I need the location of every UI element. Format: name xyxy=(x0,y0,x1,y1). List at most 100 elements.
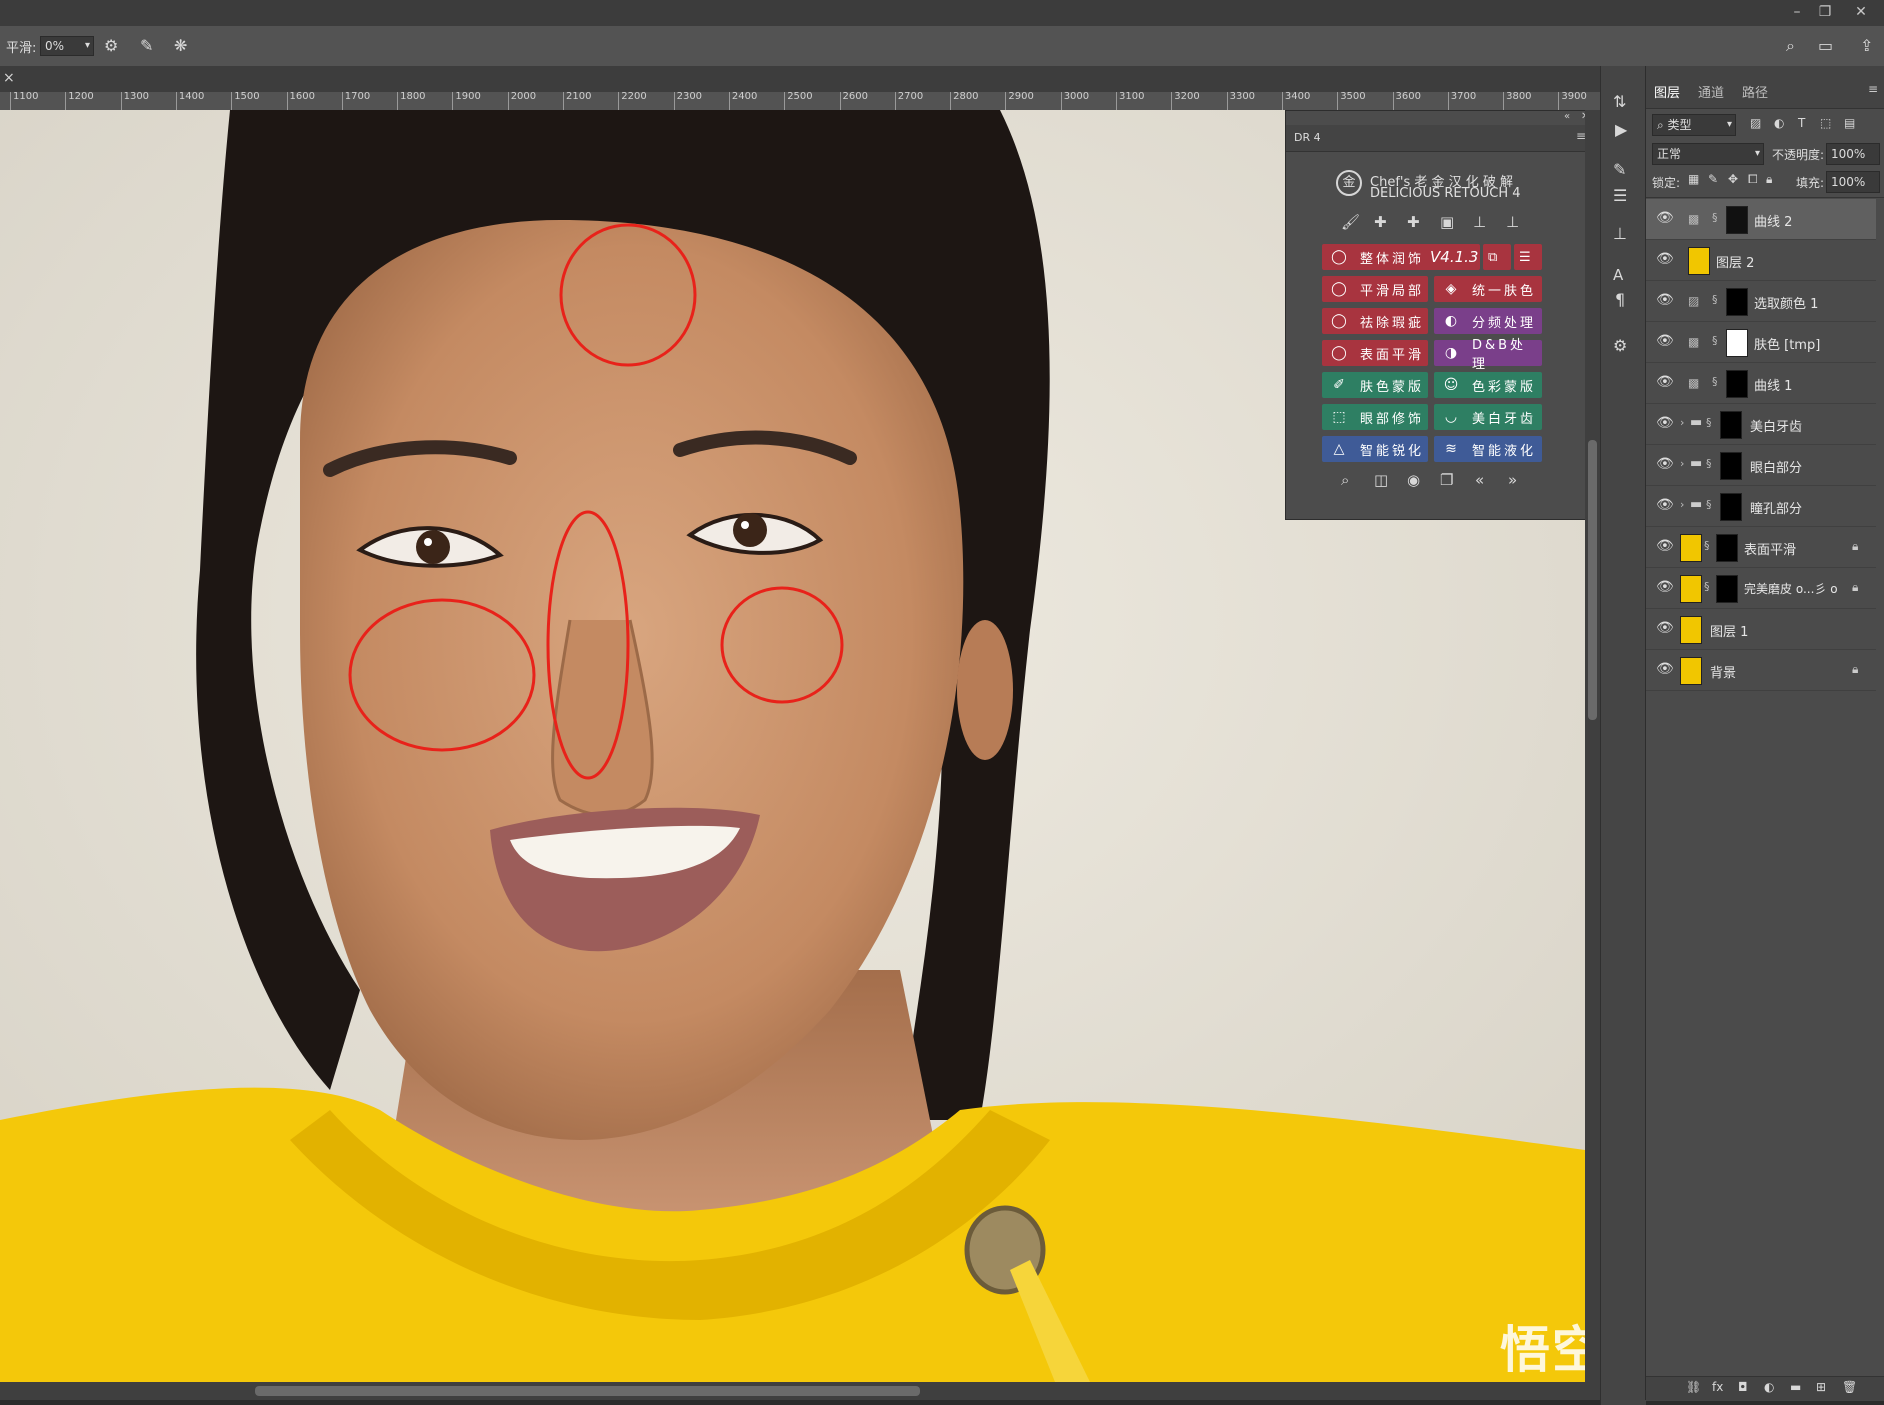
blend-mode-select[interactable]: 正常 ▾ xyxy=(1652,143,1764,165)
visibility-eye-icon[interactable]: 👁︎ xyxy=(1656,661,1674,677)
layer-row[interactable]: 👁︎ 图层 2 xyxy=(1646,240,1876,281)
lock-pixels-icon[interactable]: ✎ xyxy=(1708,172,1718,186)
history-icon[interactable]: ⇅ xyxy=(1613,92,1626,111)
layer-filter-select[interactable]: ⌕ 类型 ▾ xyxy=(1652,114,1736,136)
lock-artboard-icon[interactable]: ⧠ xyxy=(1748,172,1758,187)
visibility-eye-icon[interactable]: 👁︎ xyxy=(1656,374,1674,390)
close-window-button[interactable]: ✕ xyxy=(1848,2,1874,22)
copy-icon[interactable]: ❐ xyxy=(1440,471,1453,489)
filter-adjustment-icon[interactable]: ◐ xyxy=(1774,116,1784,130)
layers-menu-icon[interactable]: ≡ xyxy=(1868,82,1878,96)
visibility-eye-icon[interactable]: 👁︎ xyxy=(1656,497,1674,513)
dodge-burn-button[interactable]: ◑ D&B处理 xyxy=(1434,338,1542,372)
layer-row[interactable]: 👁︎ ▩ § 肤色 [tmp] xyxy=(1646,322,1876,363)
layer-row[interactable]: 👁︎ 背景 🔒︎ xyxy=(1646,650,1876,691)
share-icon[interactable]: ⇪ xyxy=(1860,36,1873,55)
adjust-panel-icon[interactable]: ☰ xyxy=(1613,186,1627,205)
bandage-icon[interactable]: ✚ xyxy=(1374,213,1387,231)
chip-icon[interactable]: ▣ xyxy=(1440,213,1454,231)
zoom-icon[interactable]: ⌕ xyxy=(1341,471,1349,489)
adjustment-icon[interactable]: ◐ xyxy=(1764,1380,1774,1394)
visibility-eye-icon[interactable]: 👁︎ xyxy=(1656,251,1674,267)
layer-row[interactable]: 👁︎ § 表面平滑 🔒︎ xyxy=(1646,527,1876,568)
restore-button[interactable]: ❐ xyxy=(1812,2,1838,22)
smooth-local-button[interactable]: ◯ 平滑局部 xyxy=(1322,276,1428,302)
close-document-icon[interactable]: × xyxy=(3,70,15,86)
trash-icon[interactable]: 🗑︎ xyxy=(1842,1380,1857,1394)
lock-position-icon[interactable]: ✥ xyxy=(1728,172,1738,186)
color-mask-button[interactable]: ☺ 色彩蒙版 xyxy=(1434,372,1542,398)
frequency-separation-button[interactable]: ◐ 分频处理 xyxy=(1434,308,1542,334)
gear-icon[interactable]: ⚙ xyxy=(104,36,118,55)
smart-sharpen-button[interactable]: △ 智能锐化 xyxy=(1322,436,1428,462)
brush-panel-icon[interactable]: ✎ xyxy=(1613,160,1626,179)
expand-chevron-icon[interactable]: › xyxy=(1680,498,1684,511)
new-layer-icon[interactable]: ⊞ xyxy=(1816,1380,1826,1394)
minimize-button[interactable]: – xyxy=(1784,2,1810,22)
expand-chevron-icon[interactable]: › xyxy=(1680,457,1684,470)
layer-row[interactable]: 👁︎ § 完美磨皮 o...彡 o 🔒︎ xyxy=(1646,568,1876,609)
folder-icon[interactable]: ▬ xyxy=(1790,1380,1801,1394)
visibility-eye-icon[interactable]: 👁︎ xyxy=(1656,333,1674,349)
eye-icon[interactable]: ◉ xyxy=(1407,471,1420,489)
properties-icon[interactable]: ⚙ xyxy=(1613,336,1627,355)
visibility-eye-icon[interactable]: 👁︎ xyxy=(1656,620,1674,636)
visibility-eye-icon[interactable]: 👁︎ xyxy=(1656,579,1674,595)
layer-row[interactable]: 👁︎ ▩ § 曲线 2 xyxy=(1646,199,1876,240)
smooth-value-field[interactable]: 0% ▾ xyxy=(40,36,94,56)
workspace-icon[interactable]: ▭ xyxy=(1818,36,1833,55)
next-icon[interactable]: » xyxy=(1508,471,1517,489)
skin-mask-button[interactable]: ✐ 肤色蒙版 xyxy=(1322,372,1428,398)
lock-all-icon[interactable]: 🔒︎ xyxy=(1766,172,1772,187)
clone-source-icon[interactable]: ⊥ xyxy=(1613,224,1627,243)
previous-icon[interactable]: « xyxy=(1475,471,1484,489)
brush-settings-icon[interactable]: ✎ xyxy=(140,36,153,55)
visibility-eye-icon[interactable]: 👁︎ xyxy=(1656,415,1674,431)
stamp-plus-icon[interactable]: ⊥ xyxy=(1506,213,1519,231)
visibility-eye-icon[interactable]: 👁︎ xyxy=(1656,538,1674,554)
expand-chevron-icon[interactable]: › xyxy=(1680,416,1684,429)
filter-shape-icon[interactable]: ⬚ xyxy=(1820,116,1831,130)
layer-group-row[interactable]: 👁︎ › ▬ § 瞳孔部分 xyxy=(1646,486,1876,527)
paragraph-icon[interactable]: ¶ xyxy=(1615,290,1625,309)
overall-retouch-button[interactable]: ◯ 整体润饰 V4.1.3 xyxy=(1322,244,1480,270)
fill-field[interactable]: 100% xyxy=(1826,171,1880,193)
tab-layers[interactable]: 图层 xyxy=(1654,82,1680,101)
vertical-scroll-thumb[interactable] xyxy=(1588,440,1597,720)
layer-row[interactable]: 👁︎ ▩ § 曲线 1 xyxy=(1646,363,1876,404)
layers-stack-button[interactable]: ⧉ xyxy=(1483,244,1511,270)
search-icon[interactable]: ⌕ xyxy=(1786,36,1795,56)
filter-pixel-icon[interactable]: ▨ xyxy=(1750,116,1761,130)
character-icon[interactable]: A xyxy=(1613,266,1623,284)
layer-row[interactable]: 👁︎ ▨ § 选取颜色 1 xyxy=(1646,281,1876,322)
horizontal-scroll-thumb[interactable] xyxy=(255,1386,920,1396)
tab-channels[interactable]: 通道 xyxy=(1698,82,1724,101)
whiten-teeth-button[interactable]: ◡ 美白牙齿 xyxy=(1434,404,1542,430)
sliders-button[interactable]: ☰ xyxy=(1514,244,1542,270)
visibility-eye-icon[interactable]: 👁︎ xyxy=(1656,210,1674,226)
layer-group-row[interactable]: 👁︎ › ▬ § 美白牙齿 xyxy=(1646,404,1876,445)
play-icon[interactable]: ▶ xyxy=(1615,120,1627,139)
vertical-scrollbar[interactable] xyxy=(1585,110,1600,1382)
stamp-icon[interactable]: ⊥ xyxy=(1473,213,1486,231)
tab-paths[interactable]: 路径 xyxy=(1742,82,1768,101)
smart-liquify-button[interactable]: ≋ 智能液化 xyxy=(1434,436,1542,462)
lock-transparency-icon[interactable]: ▦ xyxy=(1688,172,1699,186)
link-icon[interactable]: ⛓ xyxy=(1686,1380,1701,1394)
fx-icon[interactable]: fx xyxy=(1712,1380,1723,1394)
mask-icon[interactable]: ◘ xyxy=(1738,1380,1748,1394)
remove-blemish-button[interactable]: ◯ 祛除瑕疵 xyxy=(1322,308,1428,334)
compare-icon[interactable]: ◫ xyxy=(1374,471,1388,489)
bandage2-icon[interactable]: ✚ xyxy=(1407,213,1420,231)
visibility-eye-icon[interactable]: 👁︎ xyxy=(1656,292,1674,308)
surface-smooth-button[interactable]: ◯ 表面平滑 xyxy=(1322,340,1428,366)
layer-group-row[interactable]: 👁︎ › ▬ § 眼白部分 xyxy=(1646,445,1876,486)
visibility-eye-icon[interactable]: 👁︎ xyxy=(1656,456,1674,472)
filter-type-icon[interactable]: T xyxy=(1798,116,1805,130)
layer-row[interactable]: 👁︎ 图层 1 xyxy=(1646,609,1876,650)
butterfly-symmetry-icon[interactable]: ❋ xyxy=(174,36,187,55)
filter-smart-icon[interactable]: ▤ xyxy=(1844,116,1855,130)
opacity-field[interactable]: 100% xyxy=(1826,143,1880,165)
eye-retouch-button[interactable]: ⬚ 眼部修饰 xyxy=(1322,404,1428,430)
panel-collapse-icon[interactable]: « xyxy=(1564,111,1570,122)
